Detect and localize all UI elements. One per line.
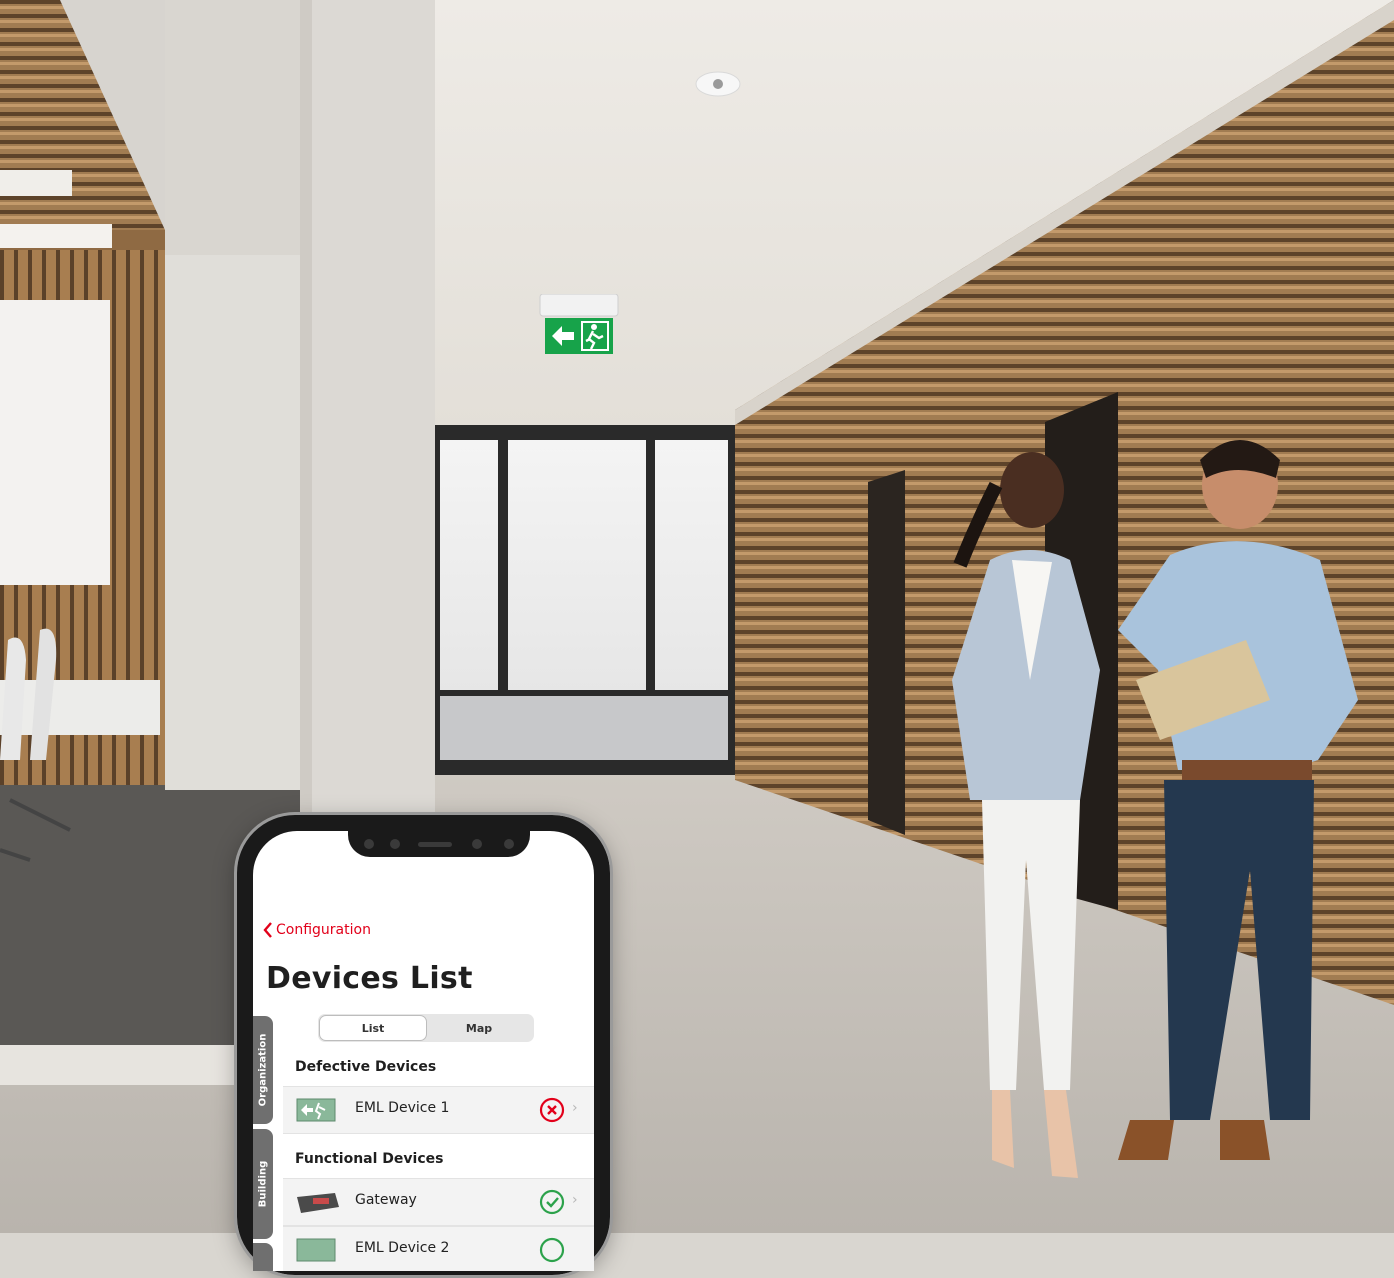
segment-map[interactable]: Map [426, 1016, 532, 1040]
gateway-icon [297, 1193, 339, 1213]
exit-sign-icon [539, 294, 619, 354]
section-heading-functional: Functional Devices [295, 1151, 444, 1167]
chevron-right-icon: › [572, 1192, 578, 1208]
speaker-grille [418, 842, 452, 847]
phone-screen: Configuration Devices List Organization … [253, 831, 594, 1271]
phone-notch [348, 831, 530, 857]
segment-list[interactable]: List [320, 1016, 426, 1040]
device-name: Gateway [355, 1192, 417, 1208]
exit-sign-icon [296, 1098, 336, 1122]
device-name: EML Device 2 [355, 1240, 450, 1256]
tab-organization-label: Organization [257, 1033, 269, 1107]
device-name: EML Device 1 [355, 1100, 450, 1116]
chevron-left-icon [263, 922, 272, 938]
tab-building-label: Building [257, 1160, 269, 1208]
section-heading-defective: Defective Devices [295, 1059, 437, 1075]
check-circle-icon [539, 1237, 565, 1263]
people-walking [952, 440, 1358, 1178]
check-circle-icon [539, 1189, 565, 1215]
tab-organization[interactable]: Organization [253, 1016, 273, 1124]
smartphone: Configuration Devices List Organization … [234, 812, 613, 1278]
tab-more[interactable] [253, 1243, 273, 1271]
device-row[interactable]: EML Device 1 › [283, 1086, 594, 1134]
sensor-dot [504, 839, 514, 849]
device-row[interactable]: Gateway › [283, 1178, 594, 1226]
page-title: Devices List [266, 961, 473, 996]
sensor-dot [390, 839, 400, 849]
camera-dot [364, 839, 374, 849]
tab-building[interactable]: Building [253, 1129, 273, 1239]
error-x-circle-icon [539, 1097, 565, 1123]
back-label: Configuration [276, 922, 371, 938]
back-button[interactable]: Configuration [263, 921, 371, 939]
exit-sign-icon [296, 1238, 336, 1262]
front-camera [472, 839, 482, 849]
view-segmented-control: List Map [318, 1014, 534, 1042]
chevron-right-icon: › [572, 1100, 578, 1116]
